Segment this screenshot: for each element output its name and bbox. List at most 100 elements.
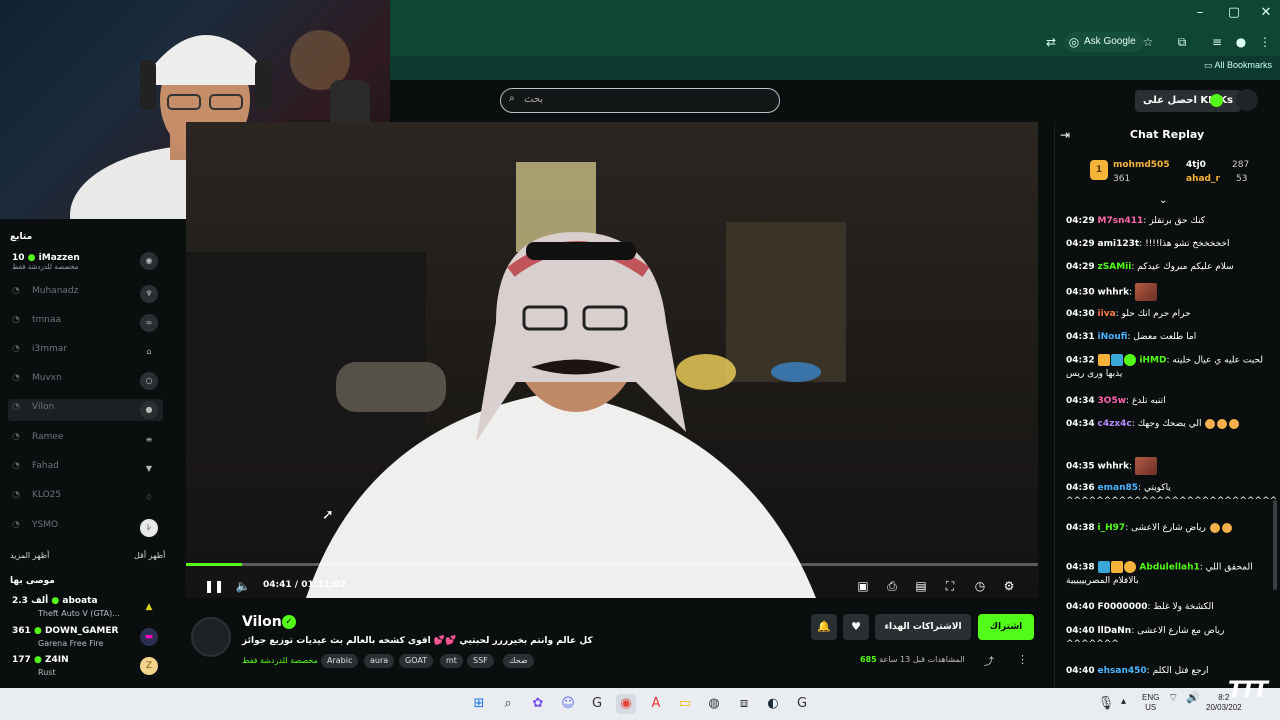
- chat-user[interactable]: whhrk: [1098, 288, 1130, 298]
- steam-icon[interactable]: ◐: [763, 694, 783, 714]
- chat-user[interactable]: ehsan450: [1098, 666, 1147, 676]
- tag-aura[interactable]: aura: [364, 654, 395, 668]
- wifi-icon[interactable]: ⌔: [1168, 693, 1178, 704]
- chat-user[interactable]: F0000000: [1098, 602, 1148, 612]
- show-less-button[interactable]: أظهر أقل: [134, 551, 165, 560]
- chat-user[interactable]: llDaNn: [1098, 626, 1132, 636]
- sidebar-channel-tmnaa[interactable]: ◔ tmnaa ∞: [8, 312, 163, 334]
- channel-avatar[interactable]: [191, 617, 231, 657]
- translate-icon[interactable]: ⇄: [1042, 33, 1060, 51]
- tag-goat[interactable]: GOAT: [399, 654, 434, 668]
- chrome-icon[interactable]: ◉: [616, 694, 636, 714]
- miniplayer-icon[interactable]: ▣: [854, 577, 872, 595]
- fullscreen-icon[interactable]: ⛶: [941, 577, 959, 595]
- file-explorer-icon[interactable]: ▭: [675, 694, 695, 714]
- sidebar-channel-klo25[interactable]: ◔ KLO25 ♢: [8, 487, 163, 509]
- clip-icon[interactable]: ⎙: [883, 577, 901, 595]
- tag-ssf[interactable]: SSF: [467, 654, 494, 668]
- microphone-icon[interactable]: 🎙: [1096, 694, 1116, 714]
- channel-name[interactable]: Vilon: [242, 614, 282, 630]
- recommended-channel-aboata[interactable]: 2.3 ألف ● aboata Theft Auto V (GTA)... ▲: [8, 596, 163, 624]
- theater-mode-icon[interactable]: ▤: [912, 577, 930, 595]
- sidebar-channel-vilon[interactable]: ◔ Vilon ●: [8, 399, 163, 421]
- chat-user[interactable]: Abdulellah1: [1139, 563, 1199, 573]
- sidebar-channel-imazzen[interactable]: 10 ● iMazzen مخصصة للدردشة فقط ◉: [8, 250, 163, 278]
- start-menu-icon[interactable]: ⊞: [469, 694, 489, 714]
- more-options-icon[interactable]: ⋮: [1017, 653, 1028, 666]
- sub-badge-icon: [1097, 561, 1110, 573]
- tag-laugh[interactable]: ضحك: [503, 654, 534, 668]
- profile-icon[interactable]: ●: [1232, 33, 1250, 51]
- discord-icon[interactable]: ☺: [558, 694, 578, 714]
- chat-user[interactable]: 3O5w: [1098, 396, 1127, 406]
- chat-user[interactable]: ami123t: [1098, 239, 1140, 249]
- channel-name: iMazzen: [38, 253, 80, 263]
- chat-user[interactable]: iHMD: [1139, 356, 1166, 366]
- watermark-logo: TTT: [1228, 678, 1268, 703]
- pause-button[interactable]: ❚❚: [204, 577, 224, 595]
- chat-text: كنك حق برنقلز: [1149, 216, 1206, 226]
- copilot-icon[interactable]: ✿: [528, 694, 548, 714]
- subscribe-button[interactable]: اشتراك: [978, 614, 1034, 640]
- video-progress-track[interactable]: [186, 563, 1038, 566]
- chat-user[interactable]: iNoufi: [1098, 332, 1128, 342]
- media-controls-icon[interactable]: ≡: [1208, 33, 1226, 51]
- extensions-icon[interactable]: ⧉: [1173, 33, 1191, 51]
- volume-button[interactable]: 🔈: [234, 577, 252, 595]
- recommended-channel-down-gamer[interactable]: 361 ● DOWN_GAMER Garena Free Fire ▬: [8, 626, 163, 654]
- chat-user[interactable]: eman85: [1098, 483, 1139, 493]
- app-g-icon[interactable]: G: [587, 694, 607, 714]
- sidebar-channel-fahad[interactable]: ◔ Fahad ▼: [8, 458, 163, 480]
- chat-user[interactable]: whhrk: [1098, 462, 1130, 472]
- taskbar-search-icon[interactable]: ⌕: [498, 694, 518, 714]
- acrobat-icon[interactable]: A: [646, 694, 666, 714]
- chat-user[interactable]: c4zx4c: [1098, 419, 1132, 429]
- follow-heart-icon[interactable]: ♥: [843, 614, 869, 640]
- settings-gear-icon[interactable]: ⚙: [1000, 577, 1018, 595]
- chat-user[interactable]: iiva: [1098, 309, 1116, 319]
- chat-time: 04:40: [1066, 602, 1095, 612]
- chat-user[interactable]: M7sn411: [1098, 216, 1144, 226]
- notification-bell-icon[interactable]: 🔔: [811, 614, 837, 640]
- all-bookmarks-link[interactable]: ▭ All Bookmarks: [1204, 60, 1272, 71]
- minimize-button[interactable]: –: [1190, 5, 1210, 20]
- sidebar-channel-muvxn[interactable]: ◔ Muvxn ○: [8, 370, 163, 392]
- chat-time: 04:36: [1066, 483, 1095, 493]
- video-player[interactable]: [186, 122, 1038, 598]
- gift-subs-button[interactable]: الاشتراكات الهداء: [875, 614, 971, 640]
- sidebar-channel-ramee[interactable]: ◔ Ramee ≡: [8, 429, 163, 451]
- obs-icon[interactable]: ◍: [704, 694, 724, 714]
- speaker-icon[interactable]: 🔊: [1186, 693, 1200, 704]
- chat-time: 04:29: [1066, 239, 1095, 249]
- chat-message: 04:40 ehsan450: ارجع فتل الكلم: [1066, 666, 1209, 676]
- user-avatar[interactable]: [1236, 89, 1258, 111]
- chevron-down-icon[interactable]: ⌄: [1159, 195, 1167, 206]
- chat-message: 04:32 iHMD: لحبت عليه ي عيال خليته يذبها…: [1066, 354, 1264, 379]
- sidebar-channel-ysmo[interactable]: ◔ YSMO ﾚ: [8, 517, 163, 539]
- tag-mt[interactable]: mt: [440, 654, 463, 668]
- chat-scrollbar[interactable]: [1273, 500, 1277, 590]
- playback-speed-icon[interactable]: ◷: [971, 577, 989, 595]
- category-link[interactable]: مخصصة للدردشة فقط: [242, 656, 318, 665]
- bookmark-star-icon[interactable]: ☆: [1139, 33, 1157, 51]
- app-g2-icon[interactable]: G: [792, 694, 812, 714]
- emote-image: [1135, 457, 1157, 475]
- chat-time: 04:30: [1066, 309, 1095, 319]
- chrome-menu-icon[interactable]: ⋮: [1256, 33, 1274, 51]
- tag-arabic[interactable]: Arabic: [321, 654, 359, 668]
- capcut-icon[interactable]: ⧈: [734, 694, 754, 714]
- chat-user[interactable]: zSAMii: [1098, 262, 1132, 272]
- show-more-button[interactable]: أظهر المزيد: [10, 551, 49, 560]
- close-window-button[interactable]: ✕: [1256, 5, 1276, 20]
- share-icon[interactable]: ⤴: [984, 653, 994, 668]
- recommended-channel-z4in[interactable]: 177 ● Z4IN Rust Z: [8, 655, 163, 683]
- language-indicator[interactable]: ENG US: [1142, 693, 1159, 713]
- viewers-label: المشاهدات: [927, 655, 965, 664]
- chat-text: حرام حرم انك حلو: [1121, 309, 1191, 319]
- sidebar-channel-i3mmar[interactable]: ◔ i3mmar ⌂: [8, 341, 163, 363]
- tray-hidden-icons[interactable]: ▴: [1121, 696, 1126, 707]
- sidebar-channel-muhanadz[interactable]: ◔ Muhanadz ♆: [8, 283, 163, 305]
- get-kicks-button[interactable]: احصل على KICKs: [1135, 90, 1241, 112]
- chat-user[interactable]: i_H97: [1098, 523, 1126, 533]
- maximize-button[interactable]: ▢: [1224, 5, 1244, 20]
